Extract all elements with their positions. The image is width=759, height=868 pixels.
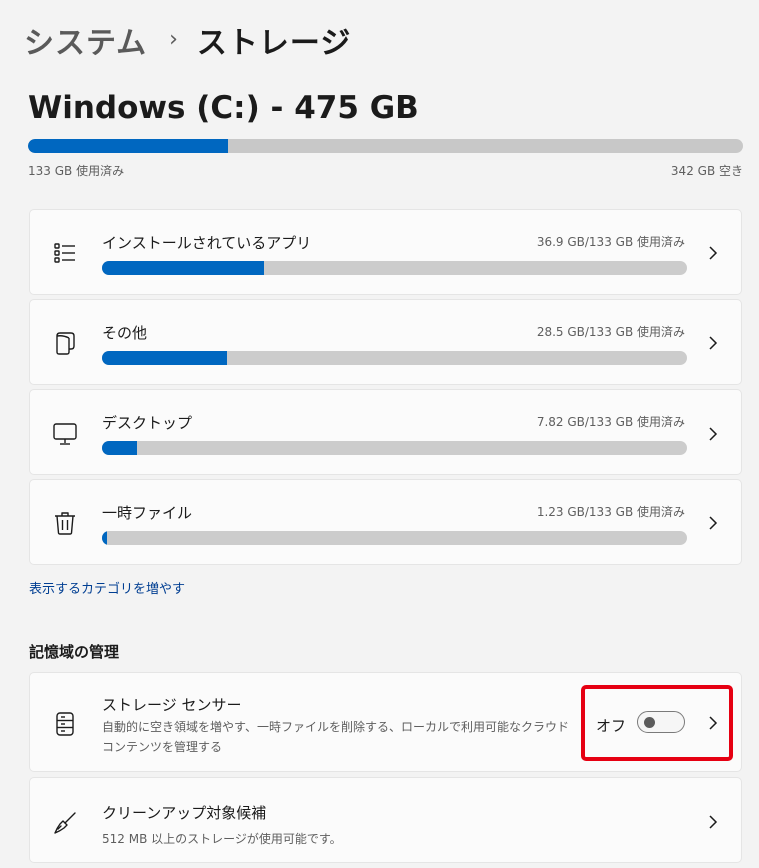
- chevron-right-icon: [707, 715, 719, 731]
- category-temp-files[interactable]: 一時ファイル 1.23 GB/133 GB 使用済み: [29, 479, 742, 565]
- app-list-icon: [52, 240, 78, 266]
- category-name: 一時ファイル: [102, 504, 193, 522]
- drive-title: Windows (C:) - 475 GB: [28, 90, 419, 126]
- category-usage: 1.23 GB/133 GB 使用済み: [536, 505, 685, 519]
- breadcrumb-system[interactable]: システム: [24, 18, 147, 62]
- chevron-right-icon: [707, 335, 719, 351]
- storage-settings-page: システム › ストレージ Windows (C:) - 475 GB 133 G…: [0, 0, 759, 868]
- page-title: ストレージ: [196, 26, 352, 61]
- breadcrumb-separator: ›: [169, 26, 179, 52]
- storage-sense-toggle-label: オフ: [596, 717, 627, 735]
- category-usage: 36.9 GB/133 GB 使用済み: [536, 235, 685, 249]
- toggle-knob: [644, 717, 655, 728]
- category-installed-apps[interactable]: インストールされているアプリ 36.9 GB/133 GB 使用済み: [29, 209, 742, 295]
- breadcrumb: システム › ストレージ: [24, 18, 351, 62]
- storage-management-heading: 記憶域の管理: [29, 643, 120, 661]
- chevron-right-icon: [707, 515, 719, 531]
- category-usage-bar: [102, 441, 687, 455]
- category-other[interactable]: その他 28.5 GB/133 GB 使用済み: [29, 299, 742, 385]
- storage-sense-title: ストレージ センサー: [102, 696, 242, 714]
- cleanup-description: 512 MB 以上のストレージが使用可能です。: [102, 832, 342, 846]
- category-usage-fill: [102, 351, 228, 365]
- trash-icon: [52, 510, 78, 536]
- category-usage-bar: [102, 531, 687, 545]
- category-usage-bar: [102, 261, 687, 275]
- chevron-right-icon: [707, 814, 719, 830]
- category-usage: 7.82 GB/133 GB 使用済み: [536, 415, 685, 429]
- storage-sense-toggle[interactable]: [637, 711, 685, 733]
- category-name: デスクトップ: [102, 414, 193, 432]
- drive-usage-fill: [28, 139, 229, 153]
- drive-free-label: 342 GB 空き: [670, 164, 743, 178]
- storage-sense-card[interactable]: ストレージ センサー 自動的に空き領域を増やす、一時ファイルを削除する、ローカル…: [29, 672, 742, 772]
- category-name: その他: [102, 324, 148, 342]
- category-desktop[interactable]: デスクトップ 7.82 GB/133 GB 使用済み: [29, 389, 742, 475]
- cleanup-title: クリーンアップ対象候補: [102, 804, 267, 822]
- drive-usage-bar: [28, 139, 743, 153]
- cleanup-recommendations-card[interactable]: クリーンアップ対象候補 512 MB 以上のストレージが使用可能です。: [29, 777, 742, 863]
- drive-stack-icon: [52, 711, 78, 737]
- monitor-icon: [52, 421, 78, 447]
- chevron-right-icon: [707, 245, 719, 261]
- show-more-categories-link[interactable]: 表示するカテゴリを増やす: [29, 578, 185, 597]
- chevron-right-icon: [707, 426, 719, 442]
- drive-used-label: 133 GB 使用済み: [28, 164, 125, 178]
- category-usage-fill: [102, 531, 108, 545]
- broom-icon: [52, 810, 78, 836]
- storage-sense-description: 自動的に空き領域を増やす、一時ファイルを削除する、ローカルで利用可能なクラウド …: [102, 720, 570, 754]
- category-name: インストールされているアプリ: [102, 234, 312, 252]
- document-icon: [52, 330, 78, 356]
- category-usage: 28.5 GB/133 GB 使用済み: [536, 325, 685, 339]
- category-usage-bar: [102, 351, 687, 365]
- category-usage-fill: [102, 261, 265, 275]
- category-usage-fill: [102, 441, 137, 455]
